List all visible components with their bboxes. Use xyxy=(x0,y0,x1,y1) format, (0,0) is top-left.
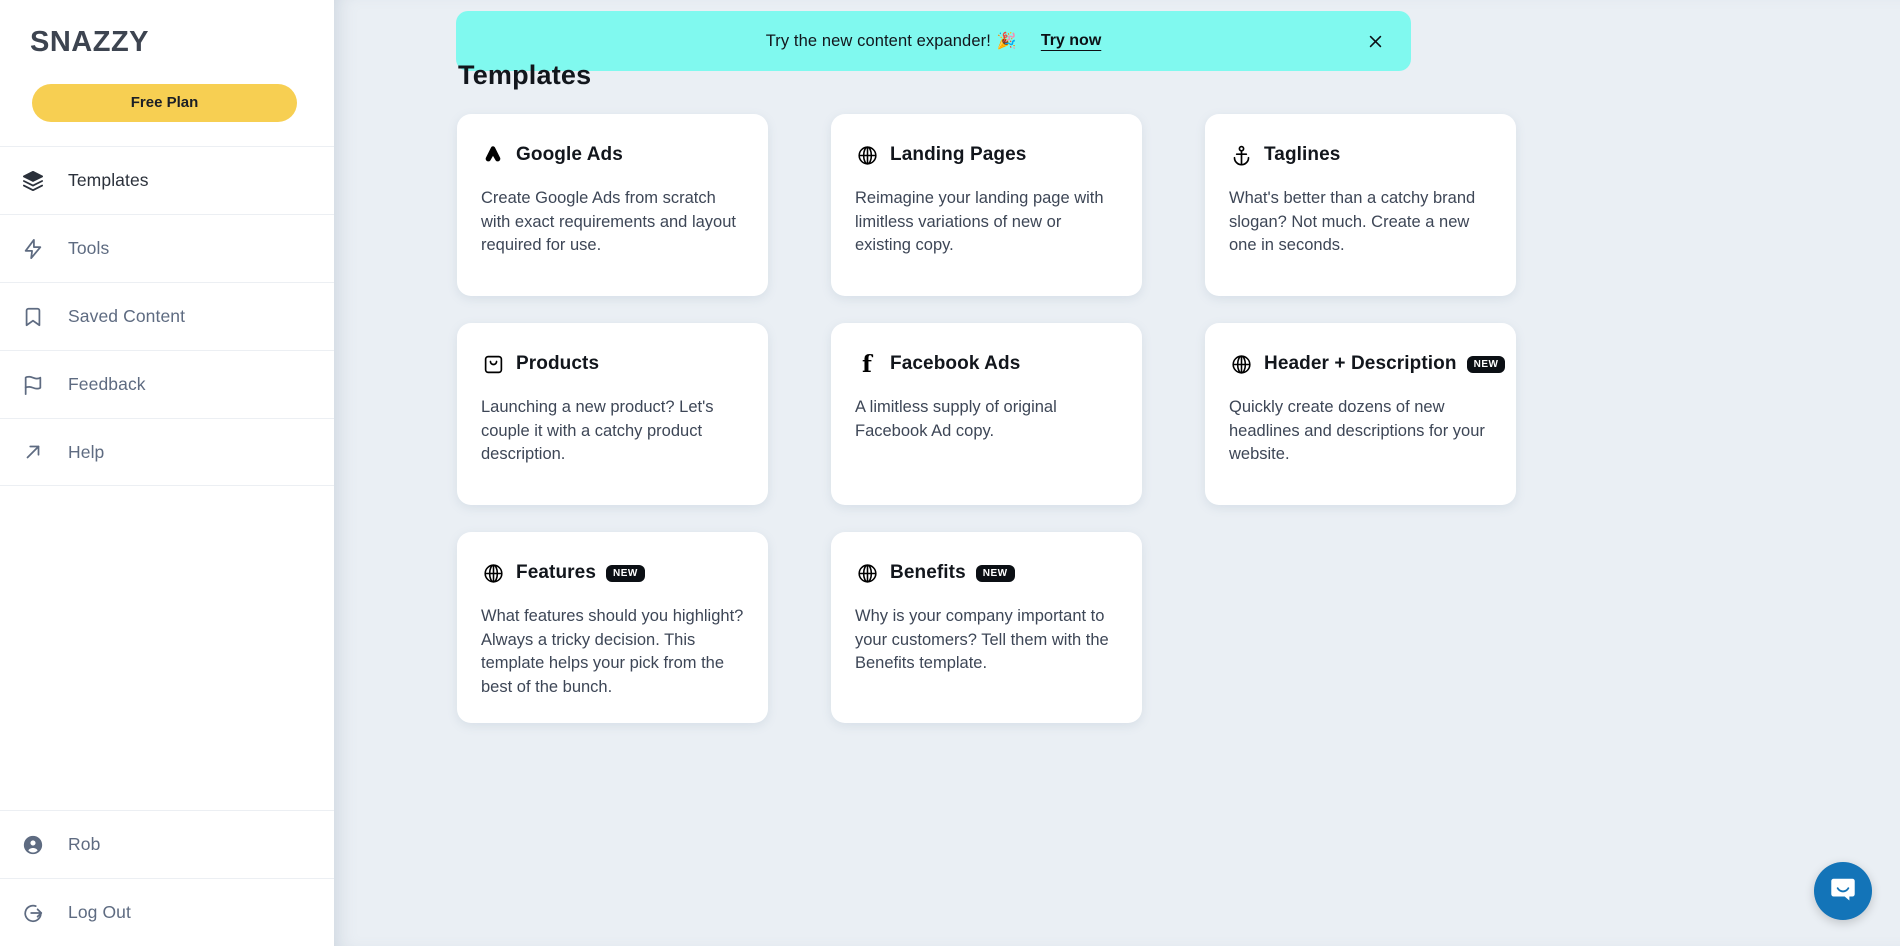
status-badge-new: NEW xyxy=(606,564,645,582)
card-description: A limitless supply of original Facebook … xyxy=(855,398,1057,440)
anchor-icon xyxy=(1229,143,1253,167)
card-title: Header + Description xyxy=(1264,353,1457,374)
globe-icon xyxy=(855,143,879,167)
status-badge-new: NEW xyxy=(1466,355,1506,373)
sidebar: SNAZZY Free Plan Templates Tools Saved C… xyxy=(0,0,334,946)
card-header: Benefits NEW xyxy=(855,560,1118,586)
card-title: Features xyxy=(516,562,597,583)
close-icon[interactable] xyxy=(1363,29,1387,53)
card-title: Facebook Ads xyxy=(890,353,1021,374)
chat-widget-button[interactable] xyxy=(1814,862,1872,920)
sidebar-item-log-out[interactable]: Log Out xyxy=(0,878,334,946)
card-title: Benefits xyxy=(890,562,966,583)
plan-section: Free Plan xyxy=(0,74,334,146)
sidebar-spacer xyxy=(0,486,334,810)
status-badge-new: NEW xyxy=(975,564,1015,582)
brand-name: SNAZZY xyxy=(30,26,149,58)
page-title: Templates xyxy=(458,60,592,90)
logout-icon xyxy=(22,899,56,927)
user-circle-icon xyxy=(22,831,56,859)
sidebar-item-saved-content[interactable]: Saved Content xyxy=(0,282,334,350)
card-title: Products xyxy=(516,353,600,374)
template-card-features[interactable]: Features NEW What features should you hi… xyxy=(457,532,768,723)
sidebar-item-account[interactable]: Rob xyxy=(0,810,334,878)
shopping-bag-icon xyxy=(481,352,505,376)
card-header: Products xyxy=(481,351,744,377)
main-content: Try the new content expander! 🎉 Try now … xyxy=(334,0,1900,946)
sidebar-item-feedback[interactable]: Feedback xyxy=(0,350,334,418)
template-card-header-description[interactable]: Header + Description NEW Quickly create … xyxy=(1205,323,1516,505)
card-header: Landing Pages xyxy=(855,142,1118,168)
promo-banner: Try the new content expander! 🎉 Try now xyxy=(456,11,1411,71)
sidebar-item-label: Tools xyxy=(68,238,110,258)
card-header: Header + Description NEW xyxy=(1229,351,1506,377)
template-card-google-ads[interactable]: Google Ads Create Google Ads from scratc… xyxy=(457,114,768,296)
bolt-icon xyxy=(22,235,56,263)
template-card-products[interactable]: Products Launching a new product? Let's … xyxy=(457,323,768,505)
card-title: Landing Pages xyxy=(890,144,1027,165)
bookmark-icon xyxy=(22,303,56,331)
card-header: f Facebook Ads xyxy=(855,351,1118,377)
sidebar-item-tools[interactable]: Tools xyxy=(0,214,334,282)
facebook-icon: f xyxy=(862,350,872,378)
sidebar-item-label: Saved Content xyxy=(68,306,186,326)
sidebar-item-help[interactable]: Help xyxy=(0,418,334,486)
card-description: Create Google Ads from scratch with exac… xyxy=(481,189,736,254)
sidebar-item-label: Templates xyxy=(68,170,149,190)
card-description: What's better than a catchy brand slogan… xyxy=(1229,189,1476,254)
card-description: What features should you highlight? Alwa… xyxy=(481,607,744,696)
templates-grid: Google Ads Create Google Ads from scratc… xyxy=(457,114,1647,723)
card-description: Why is your company important to your cu… xyxy=(855,607,1109,672)
sidebar-item-label: Help xyxy=(68,441,105,462)
card-header: Taglines xyxy=(1229,142,1492,168)
chat-bubble-icon xyxy=(1828,874,1858,909)
try-now-link[interactable]: Try now xyxy=(1041,32,1101,50)
globe-icon xyxy=(855,561,879,585)
app-root: SNAZZY Free Plan Templates Tools Saved C… xyxy=(0,0,1900,946)
card-header: Google Ads xyxy=(481,142,744,168)
card-header: Features NEW xyxy=(481,560,744,586)
brand-logo[interactable]: SNAZZY xyxy=(0,0,334,74)
card-description: Launching a new product? Let's couple it… xyxy=(481,398,714,463)
sidebar-item-templates[interactable]: Templates xyxy=(0,146,334,214)
party-popper-icon: 🎉 xyxy=(996,33,1017,50)
arrow-up-right-icon xyxy=(22,438,56,466)
globe-icon xyxy=(1229,352,1253,376)
sidebar-nav: Templates Tools Saved Content Feedback H… xyxy=(0,146,334,486)
sidebar-item-label: Rob xyxy=(68,834,101,854)
promo-banner-text: Try the new content expander! xyxy=(765,31,991,50)
layers-icon xyxy=(22,167,56,195)
template-card-taglines[interactable]: Taglines What's better than a catchy bra… xyxy=(1205,114,1516,296)
google-ads-icon xyxy=(481,143,505,167)
card-title: Google Ads xyxy=(516,144,623,165)
free-plan-button[interactable]: Free Plan xyxy=(32,84,297,122)
sidebar-bottom-nav: Rob Log Out xyxy=(0,810,334,946)
template-card-facebook-ads[interactable]: f Facebook Ads A limitless supply of ori… xyxy=(831,323,1142,505)
flag-icon xyxy=(22,371,56,399)
globe-icon xyxy=(481,561,505,585)
card-description: Quickly create dozens of new headlines a… xyxy=(1229,398,1485,463)
sidebar-item-label: Feedback xyxy=(68,374,146,394)
template-card-benefits[interactable]: Benefits NEW Why is your company importa… xyxy=(831,532,1142,723)
template-card-landing-pages[interactable]: Landing Pages Reimagine your landing pag… xyxy=(831,114,1142,296)
card-title: Taglines xyxy=(1264,144,1341,165)
sidebar-item-label: Log Out xyxy=(68,902,131,922)
card-description: Reimagine your landing page with limitle… xyxy=(855,189,1104,254)
